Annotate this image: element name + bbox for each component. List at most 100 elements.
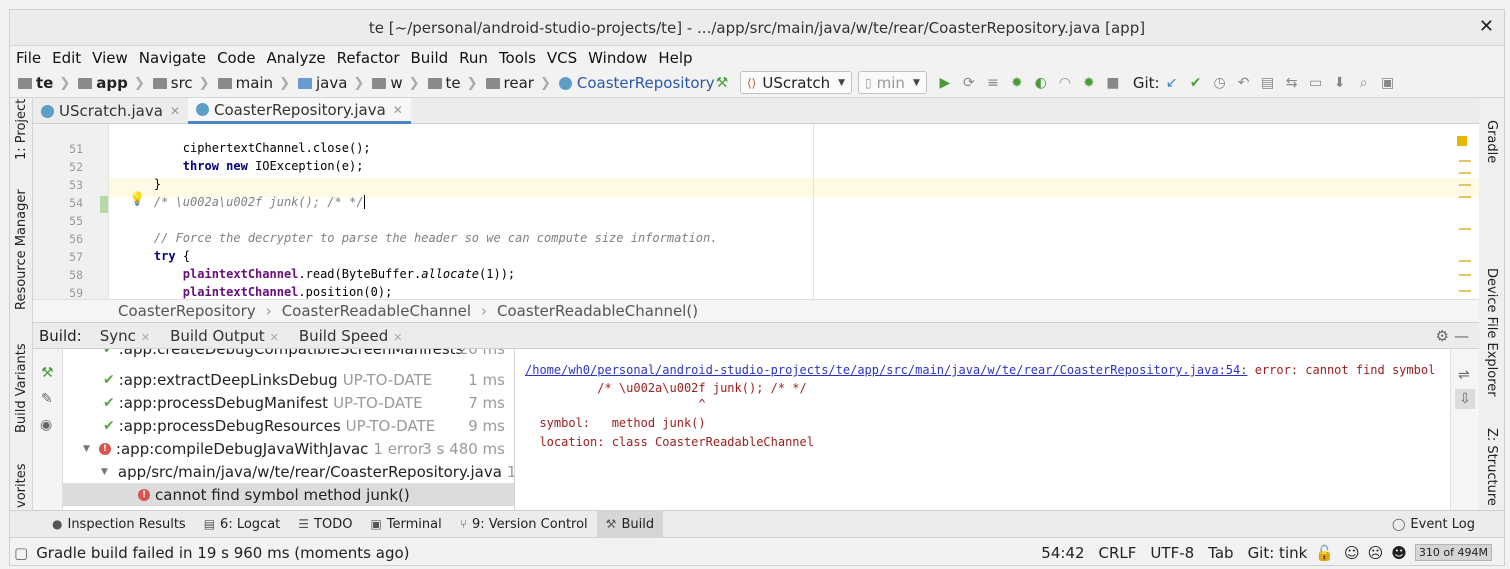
expand-arrow-icon[interactable]: ▼ <box>83 444 90 454</box>
coverage-icon[interactable]: ◐ <box>1030 72 1052 94</box>
menu-edit[interactable]: Edit <box>52 49 81 67</box>
apply-changes-icon[interactable]: ⟳ <box>958 72 980 94</box>
inspector-icon[interactable]: ☻ <box>1391 544 1407 562</box>
update-project-icon[interactable]: ↙ <box>1161 72 1183 94</box>
code-editor[interactable]: 51 52 53 54 55 56 57 58 59 💡 ciphertextC… <box>33 124 1479 299</box>
status-message[interactable]: Gradle build failed in 19 s 960 ms (mome… <box>36 544 409 562</box>
tree-row[interactable]: ✔:app:processDebugManifest UP-TO-DATE 7 ms <box>63 391 514 414</box>
event-log-button[interactable]: ◯ Event Log <box>1383 511 1484 538</box>
sad-face-icon[interactable]: ☹ <box>1368 544 1384 562</box>
close-icon[interactable]: ✕ <box>393 331 402 344</box>
structure-tool-tab[interactable]: Z: Structure <box>1484 428 1499 506</box>
indent-setting[interactable]: Tab <box>1208 544 1233 562</box>
warning-status-icon[interactable] <box>1457 136 1467 146</box>
crumb-w[interactable]: w ❯ <box>372 74 420 92</box>
crumb-rear[interactable]: rear ❯ <box>485 74 551 92</box>
expand-arrow-icon[interactable]: ▼ <box>101 467 108 477</box>
crumb-te[interactable]: te ❯ <box>18 74 70 92</box>
crumb-java[interactable]: java ❯ <box>297 74 364 92</box>
build-tab-speed[interactable]: Build Speed ✕ <box>299 327 403 345</box>
error-stripe-mark[interactable] <box>1459 274 1471 276</box>
close-icon[interactable]: ✕ <box>1479 16 1494 37</box>
tab-logcat[interactable]: ▤ 6: Logcat <box>195 511 290 538</box>
tab-coaster-repository[interactable]: CoasterRepository.java ✕ <box>188 98 411 124</box>
resource-manager-tab[interactable]: Resource Manager <box>14 189 29 310</box>
menu-help[interactable]: Help <box>658 49 692 67</box>
lock-icon[interactable]: 🔓 <box>1315 544 1334 562</box>
close-icon[interactable]: ✕ <box>270 331 279 344</box>
menu-code[interactable]: Code <box>217 49 255 67</box>
pin-icon[interactable]: ✎ <box>41 391 53 407</box>
tree-row[interactable]: ✔:app:processDebugResources UP-TO-DATE 9 m… <box>63 414 514 437</box>
menu-analyze[interactable]: Analyze <box>266 49 325 67</box>
close-icon[interactable]: ✕ <box>141 331 150 344</box>
menu-window[interactable]: Window <box>588 49 647 67</box>
menu-vcs[interactable]: VCS <box>547 49 577 67</box>
menu-navigate[interactable]: Navigate <box>139 49 206 67</box>
tab-build[interactable]: ⚒ Build <box>596 510 664 538</box>
line-separator[interactable]: CRLF <box>1099 544 1137 562</box>
error-file-link[interactable]: /home/wh0/personal/android-studio-projec… <box>525 363 1247 377</box>
gradle-tool-tab[interactable]: Gradle <box>1484 120 1499 163</box>
error-stripe-mark[interactable] <box>1459 290 1471 292</box>
file-encoding[interactable]: UTF-8 <box>1150 544 1194 562</box>
tree-row[interactable]: ▼!:app:compileDebugJavaWithJavac 1 error 3… <box>63 437 514 460</box>
profile-icon[interactable]: ◠ <box>1054 72 1076 94</box>
gear-icon[interactable]: ⚙ <box>1436 327 1449 345</box>
error-stripe-mark[interactable] <box>1459 184 1471 186</box>
search-icon[interactable]: ⌕ <box>1353 72 1375 94</box>
happy-face-icon[interactable]: ☺ <box>1344 544 1360 562</box>
hammer-icon[interactable]: ⚒ <box>711 72 733 94</box>
menu-run[interactable]: Run <box>459 49 488 67</box>
code-crumb[interactable]: CoasterReadableChannel <box>282 302 471 320</box>
menu-file[interactable]: File <box>16 49 41 67</box>
layout-icon[interactable]: ▣ <box>1377 72 1399 94</box>
crumb-class[interactable]: CoasterRepository <box>558 74 715 92</box>
tab-terminal[interactable]: ▣ Terminal <box>361 511 450 538</box>
build-tab-sync[interactable]: Sync ✕ <box>100 327 150 345</box>
menu-tools[interactable]: Tools <box>499 49 536 67</box>
build-variants-tab[interactable]: Build Variants <box>14 343 29 433</box>
close-icon[interactable]: ✕ <box>170 104 180 118</box>
tab-todo[interactable]: ☰ TODO <box>289 511 361 538</box>
code-crumb[interactable]: CoasterReadableChannel() <box>497 302 698 320</box>
close-icon[interactable]: ✕ <box>393 103 403 117</box>
error-stripe-mark[interactable] <box>1459 172 1471 174</box>
sdk-manager-icon[interactable]: ⬇ <box>1329 72 1351 94</box>
tree-row[interactable]: ✔:app:createDebugCompatibleScreenManifes… <box>63 349 514 360</box>
run-config-combo[interactable]: ⟨⟩ UScratch ▼ <box>740 71 853 94</box>
hammer-icon[interactable]: ⚒ <box>41 365 54 381</box>
caret-position[interactable]: 54:42 <box>1041 544 1084 562</box>
commit-icon[interactable]: ✔ <box>1185 72 1207 94</box>
scroll-to-end-icon[interactable]: ⇩ <box>1455 389 1475 409</box>
menu-view[interactable]: View <box>92 49 128 67</box>
menu-build[interactable]: Build <box>411 49 449 67</box>
error-stripe-mark[interactable] <box>1459 160 1471 162</box>
crumb-src[interactable]: src ❯ <box>152 74 210 92</box>
rollback-icon[interactable]: ↶ <box>1233 72 1255 94</box>
error-stripe-mark[interactable] <box>1459 260 1471 262</box>
build-console[interactable]: /home/wh0/personal/android-studio-projec… <box>515 349 1450 510</box>
crumb-app[interactable]: app ❯ <box>78 74 145 92</box>
sync-gradle-icon[interactable]: ⇆ <box>1281 72 1303 94</box>
build-tab-output[interactable]: Build Output ✕ <box>170 327 279 345</box>
history-icon[interactable]: ◷ <box>1209 72 1231 94</box>
crumb-main[interactable]: main ❯ <box>217 74 290 92</box>
debug-icon[interactable]: ✹ <box>1006 72 1028 94</box>
project-structure-icon[interactable]: ▤ <box>1257 72 1279 94</box>
attach-debugger-icon[interactable]: ✹ <box>1078 72 1100 94</box>
tab-version-control[interactable]: ⑂ 9: Version Control <box>451 511 597 538</box>
apply-code-icon[interactable]: ≡ <box>982 72 1004 94</box>
memory-indicator[interactable]: 310 of 494M <box>1414 544 1492 561</box>
project-tool-tab[interactable]: 1: Project <box>14 99 29 160</box>
run-icon[interactable]: ▶ <box>934 72 956 94</box>
favorites-tab[interactable]: vorites <box>14 464 29 508</box>
error-stripe-mark[interactable] <box>1459 196 1471 198</box>
stop-icon[interactable]: ■ <box>1102 72 1124 94</box>
soft-wrap-icon[interactable]: ⇌ <box>1458 367 1470 383</box>
tree-row-selected[interactable]: ! cannot find symbol method junk() <box>63 483 514 506</box>
tree-row[interactable]: ▼ app/src/main/java/w/te/rear/CoasterRepo… <box>63 460 514 483</box>
device-combo[interactable]: ▯ min ▼ <box>858 71 927 94</box>
menu-refactor[interactable]: Refactor <box>337 49 400 67</box>
avd-manager-icon[interactable]: ▭ <box>1305 72 1327 94</box>
